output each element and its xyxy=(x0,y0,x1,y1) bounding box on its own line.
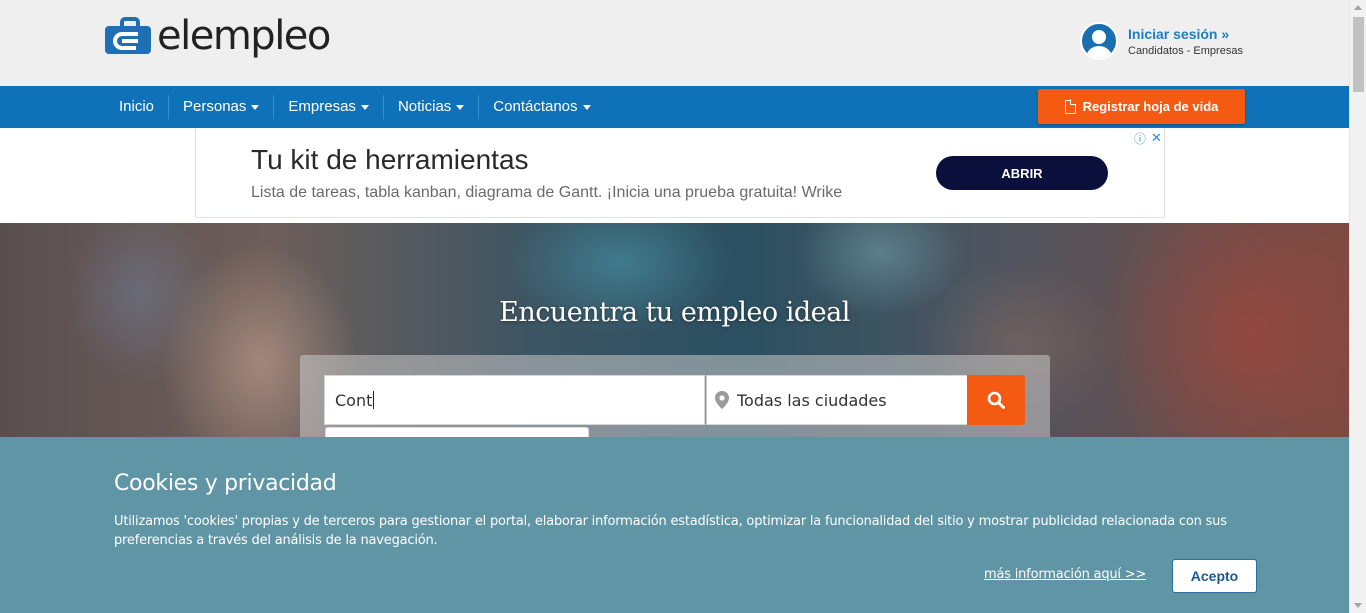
search-button[interactable] xyxy=(967,375,1025,425)
login-subtitle: Candidatos - Empresas xyxy=(1128,44,1243,57)
site-header: elempleo Iniciar sesión » Candidatos - E… xyxy=(0,0,1349,86)
logo-briefcase-icon xyxy=(105,16,153,56)
ad-banner[interactable]: Tu kit de herramientas Lista de tareas, … xyxy=(195,128,1165,218)
ad-choices[interactable]: ⓘ ✕ xyxy=(1134,130,1162,147)
ad-area: Tu kit de herramientas Lista de tareas, … xyxy=(0,128,1349,223)
scroll-down-arrow-icon[interactable] xyxy=(1354,603,1362,608)
page-scrollbar[interactable] xyxy=(1349,0,1366,613)
elempleo-logo[interactable]: elempleo xyxy=(105,13,331,59)
scroll-thumb[interactable] xyxy=(1353,17,1364,92)
nav-item-empresas[interactable]: Empresas xyxy=(273,95,383,119)
hero-section: Encuentra tu empleo ideal Cont Todas las… xyxy=(0,223,1349,437)
map-pin-icon xyxy=(715,391,729,409)
cookie-title: Cookies y privacidad xyxy=(114,471,337,496)
scroll-up-arrow-icon[interactable] xyxy=(1354,5,1362,10)
nav-item-inicio[interactable]: Inicio xyxy=(105,95,168,119)
login-area[interactable]: Iniciar sesión » Candidatos - Empresas xyxy=(1080,22,1243,60)
nav-item-contactanos[interactable]: Contáctanos xyxy=(478,95,604,119)
ad-open-button[interactable]: ABRIR xyxy=(936,156,1108,190)
search-panel: Cont Todas las ciudades xyxy=(300,355,1050,437)
city-select[interactable]: Todas las ciudades xyxy=(706,375,968,425)
hero-title: Encuentra tu empleo ideal xyxy=(499,297,850,328)
logo-text: elempleo xyxy=(157,13,331,59)
nav-item-noticias[interactable]: Noticias xyxy=(382,95,478,119)
caret-down-icon xyxy=(456,104,465,110)
job-search-input[interactable]: Cont xyxy=(324,375,705,425)
caret-down-icon xyxy=(251,104,260,110)
document-icon xyxy=(1064,98,1077,114)
search-icon xyxy=(987,391,1005,409)
more-info-link[interactable]: más información aquí >> xyxy=(984,567,1146,582)
text-cursor xyxy=(373,391,375,409)
user-avatar-icon xyxy=(1080,22,1118,60)
login-link[interactable]: Iniciar sesión » xyxy=(1128,26,1243,42)
caret-down-icon xyxy=(360,104,369,110)
register-cv-button[interactable]: Registrar hoja de vida xyxy=(1038,89,1245,124)
close-icon[interactable]: ✕ xyxy=(1151,131,1162,146)
nav-item-personas[interactable]: Personas xyxy=(168,95,273,119)
caret-down-icon xyxy=(582,104,591,110)
cookie-text: Utilizamos 'cookies' propias y de tercer… xyxy=(114,514,1227,548)
ad-description[interactable]: Lista de tareas, tabla kanban, diagrama … xyxy=(251,184,842,202)
info-icon[interactable]: ⓘ xyxy=(1134,130,1146,147)
accept-cookies-button[interactable]: Acepto xyxy=(1172,559,1257,593)
cookie-banner: Cookies y privacidad Utilizamos 'cookies… xyxy=(0,437,1349,613)
ad-title[interactable]: Tu kit de herramientas xyxy=(251,144,529,176)
